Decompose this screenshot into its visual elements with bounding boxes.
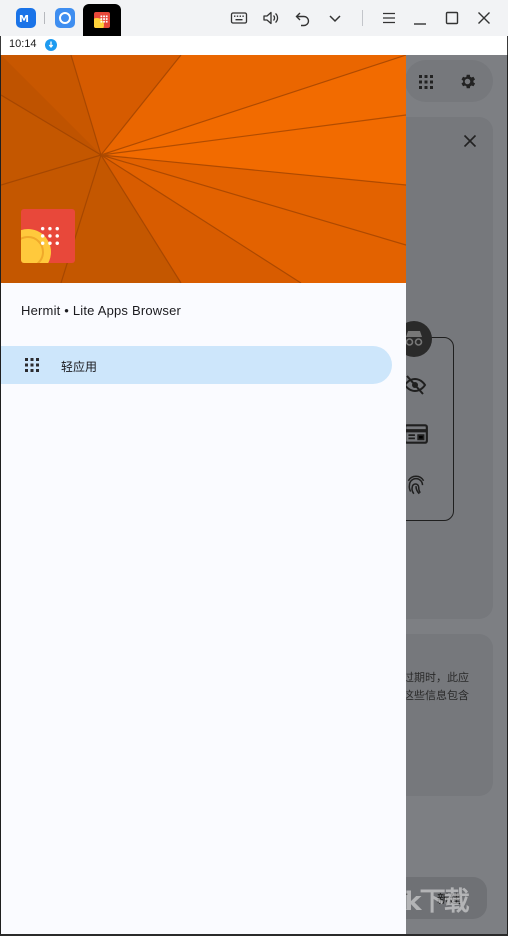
visibility-off-icon <box>403 375 427 395</box>
maximize-icon[interactable] <box>441 7 463 29</box>
grid-icon <box>25 358 39 372</box>
fingerprint-icon <box>407 475 425 495</box>
undo-icon[interactable] <box>292 7 314 29</box>
minimize-icon[interactable] <box>409 7 431 29</box>
toolbar-divider <box>362 10 363 26</box>
volume-icon[interactable] <box>259 7 281 29</box>
background-text-line1: 过期时，此应 <box>403 671 469 684</box>
tab-hermit-active[interactable] <box>83 4 121 36</box>
settings-icon <box>461 74 476 89</box>
web-page-icon <box>404 424 428 444</box>
drawer-item-lite-apps[interactable]: 轻应用 <box>1 346 392 384</box>
circle-app-icon[interactable] <box>55 8 75 28</box>
menu-icon[interactable] <box>378 7 400 29</box>
status-bar: 10:14 <box>0 36 508 55</box>
hermit-logo-icon <box>21 209 75 263</box>
m-launcher-icon[interactable]: M <box>16 8 36 28</box>
emulator-title-bar: M <box>0 0 508 36</box>
chevron-down-icon[interactable] <box>324 7 346 29</box>
drawer-item-label: 轻应用 <box>61 360 98 374</box>
close-icon[interactable] <box>473 7 495 29</box>
keyboard-icon[interactable] <box>228 7 250 29</box>
drawer-header-banner <box>1 55 406 283</box>
notification-icon <box>45 39 57 51</box>
tab-separator <box>44 12 45 24</box>
grid-icon <box>419 75 433 89</box>
status-time: 10:14 <box>9 38 37 50</box>
close-icon <box>463 134 477 148</box>
svg-text:M: M <box>19 14 29 25</box>
hermit-app-icon <box>94 12 110 28</box>
background-text-line2: 这些信息包含 <box>403 689 469 702</box>
drawer-app-name: Hermit • Lite Apps Browser <box>21 303 182 318</box>
background-toolbar <box>405 60 493 102</box>
app-screen: 过期时，此应 这些信息包含 + 新建 kk下载 <box>1 55 507 934</box>
navigation-drawer: Hermit • Lite Apps Browser 轻应用 <box>1 55 406 934</box>
